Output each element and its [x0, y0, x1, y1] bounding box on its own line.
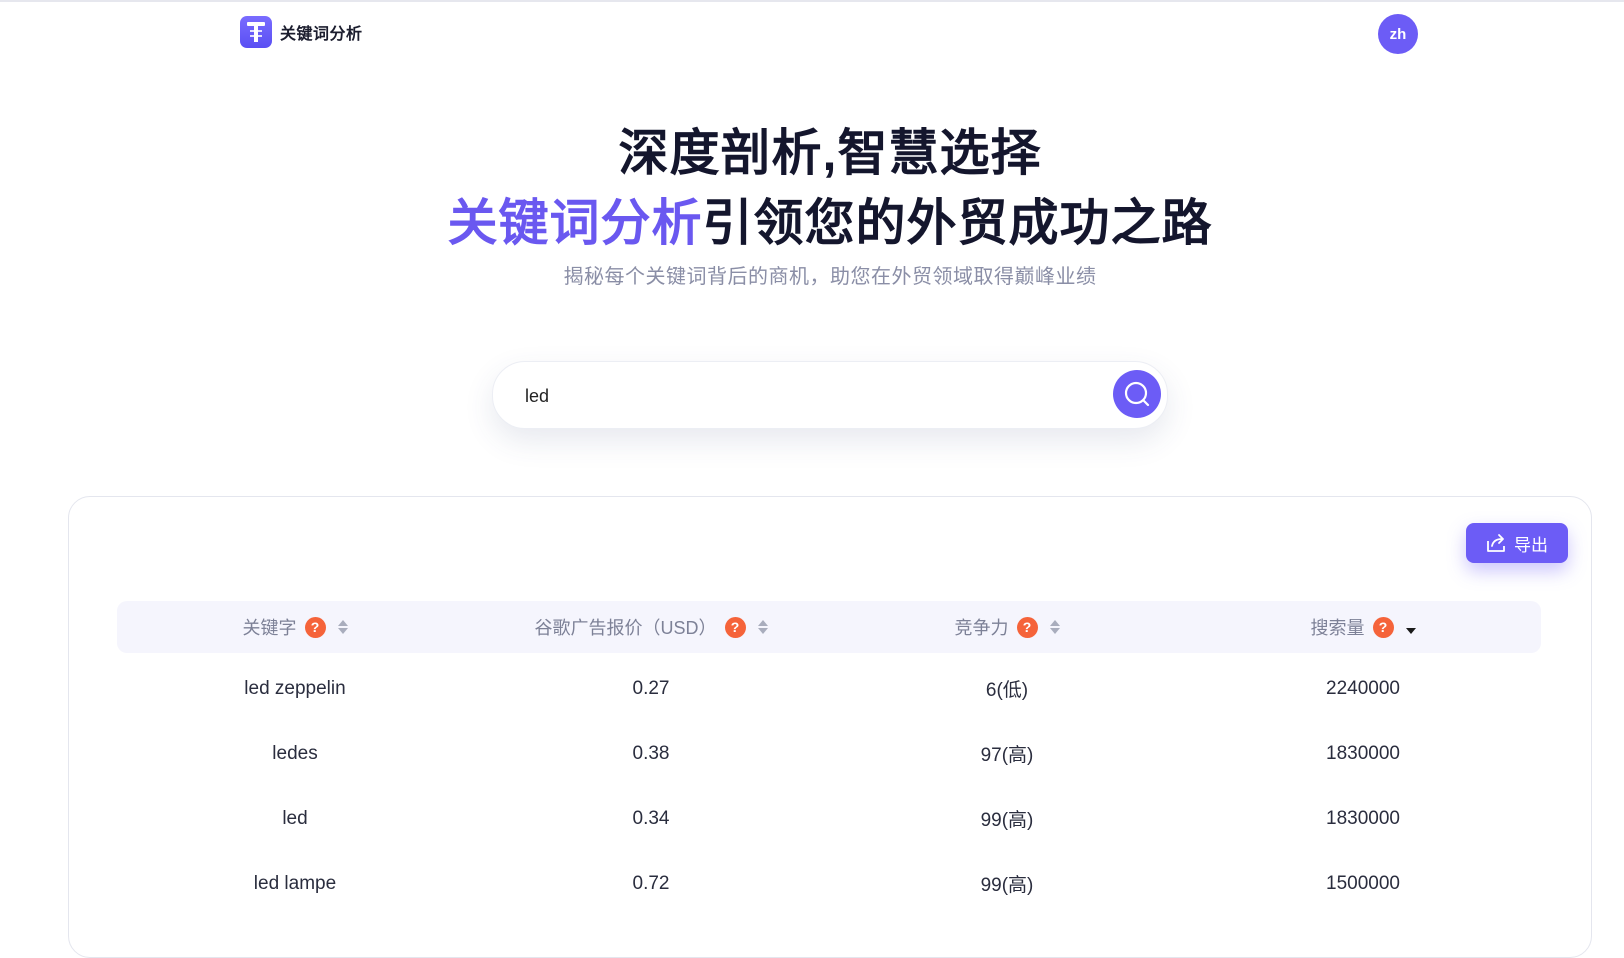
- help-icon[interactable]: ?: [1372, 616, 1394, 638]
- brand-name: 关键词分析: [280, 26, 363, 43]
- cell-price: 0.34: [632, 807, 670, 829]
- hero-title: 深度剖析,智慧选择: [618, 125, 1042, 181]
- cell-volume: 2240000: [1326, 677, 1400, 699]
- search-input[interactable]: [523, 380, 1087, 412]
- column-label: 关键字: [242, 618, 297, 638]
- top-border: [0, 0, 1624, 2]
- column-label: 谷歌广告报价（USD）: [534, 618, 717, 638]
- table-header: 关键字 ? 谷歌广告报价（USD） ? 竞争力 ? 搜索量 ?: [117, 601, 1541, 653]
- column-label: 搜索量: [1310, 618, 1365, 638]
- sort-icon[interactable]: [1405, 620, 1416, 634]
- cell-keyword: ledes: [272, 742, 318, 764]
- cell-price: 0.72: [632, 872, 670, 894]
- sort-icon[interactable]: [337, 620, 348, 634]
- cell-keyword: led zeppelin: [244, 677, 346, 699]
- cell-competition: 97(高): [980, 745, 1034, 766]
- hero-tagline: 关键词分析引领您的外贸成功之路: [0, 188, 1624, 258]
- table-row[interactable]: led lampe 0.72 99(高) 1500000: [117, 851, 1541, 916]
- table-row[interactable]: ledes 0.38 97(高) 1830000: [117, 721, 1541, 786]
- search-button[interactable]: [1113, 370, 1161, 418]
- hero-tagline-accent: 关键词分析: [447, 195, 703, 251]
- hero-tagline-rest: 引领您的外贸成功之路: [702, 195, 1213, 251]
- brand[interactable]: 关键词分析: [240, 16, 363, 48]
- export-button[interactable]: 导出: [1466, 523, 1568, 563]
- cell-price: 0.38: [632, 742, 670, 764]
- column-label: 竞争力: [954, 618, 1009, 638]
- cell-competition: 99(高): [980, 810, 1034, 831]
- cell-competition: 6(低): [985, 680, 1029, 701]
- cell-price: 0.27: [632, 677, 670, 699]
- cell-volume: 1830000: [1326, 807, 1400, 829]
- sort-icon[interactable]: [757, 620, 768, 634]
- language-avatar[interactable]: zh: [1378, 14, 1418, 54]
- column-header-price[interactable]: 谷歌广告报价（USD） ?: [473, 601, 829, 653]
- search-bar: [492, 361, 1168, 429]
- column-header-keyword[interactable]: 关键字 ?: [117, 601, 473, 653]
- cell-volume: 1500000: [1326, 872, 1400, 894]
- export-label: 导出: [1514, 535, 1548, 555]
- cell-competition: 99(高): [980, 875, 1034, 896]
- search-icon: [1124, 381, 1150, 407]
- table-row[interactable]: led zeppelin 0.27 6(低) 2240000: [117, 656, 1541, 721]
- hero: 深度剖析,智慧选择 关键词分析引领您的外贸成功之路 揭秘每个关键词背后的商机，助…: [0, 118, 1624, 289]
- column-header-competition[interactable]: 竞争力 ?: [829, 601, 1185, 653]
- export-icon: [1487, 534, 1505, 552]
- cell-volume: 1830000: [1326, 742, 1400, 764]
- cell-keyword: led: [282, 807, 308, 829]
- sort-icon[interactable]: [1049, 620, 1060, 634]
- column-header-volume[interactable]: 搜索量 ?: [1185, 601, 1541, 653]
- brand-logo-icon: [240, 16, 272, 48]
- table-row[interactable]: led 0.34 99(高) 1830000: [117, 786, 1541, 851]
- hero-subtitle: 揭秘每个关键词背后的商机，助您在外贸领域取得巅峰业绩: [563, 266, 1097, 288]
- cell-keyword: led lampe: [253, 872, 337, 894]
- help-icon[interactable]: ?: [304, 616, 326, 638]
- help-icon[interactable]: ?: [724, 616, 746, 638]
- help-icon[interactable]: ?: [1016, 616, 1038, 638]
